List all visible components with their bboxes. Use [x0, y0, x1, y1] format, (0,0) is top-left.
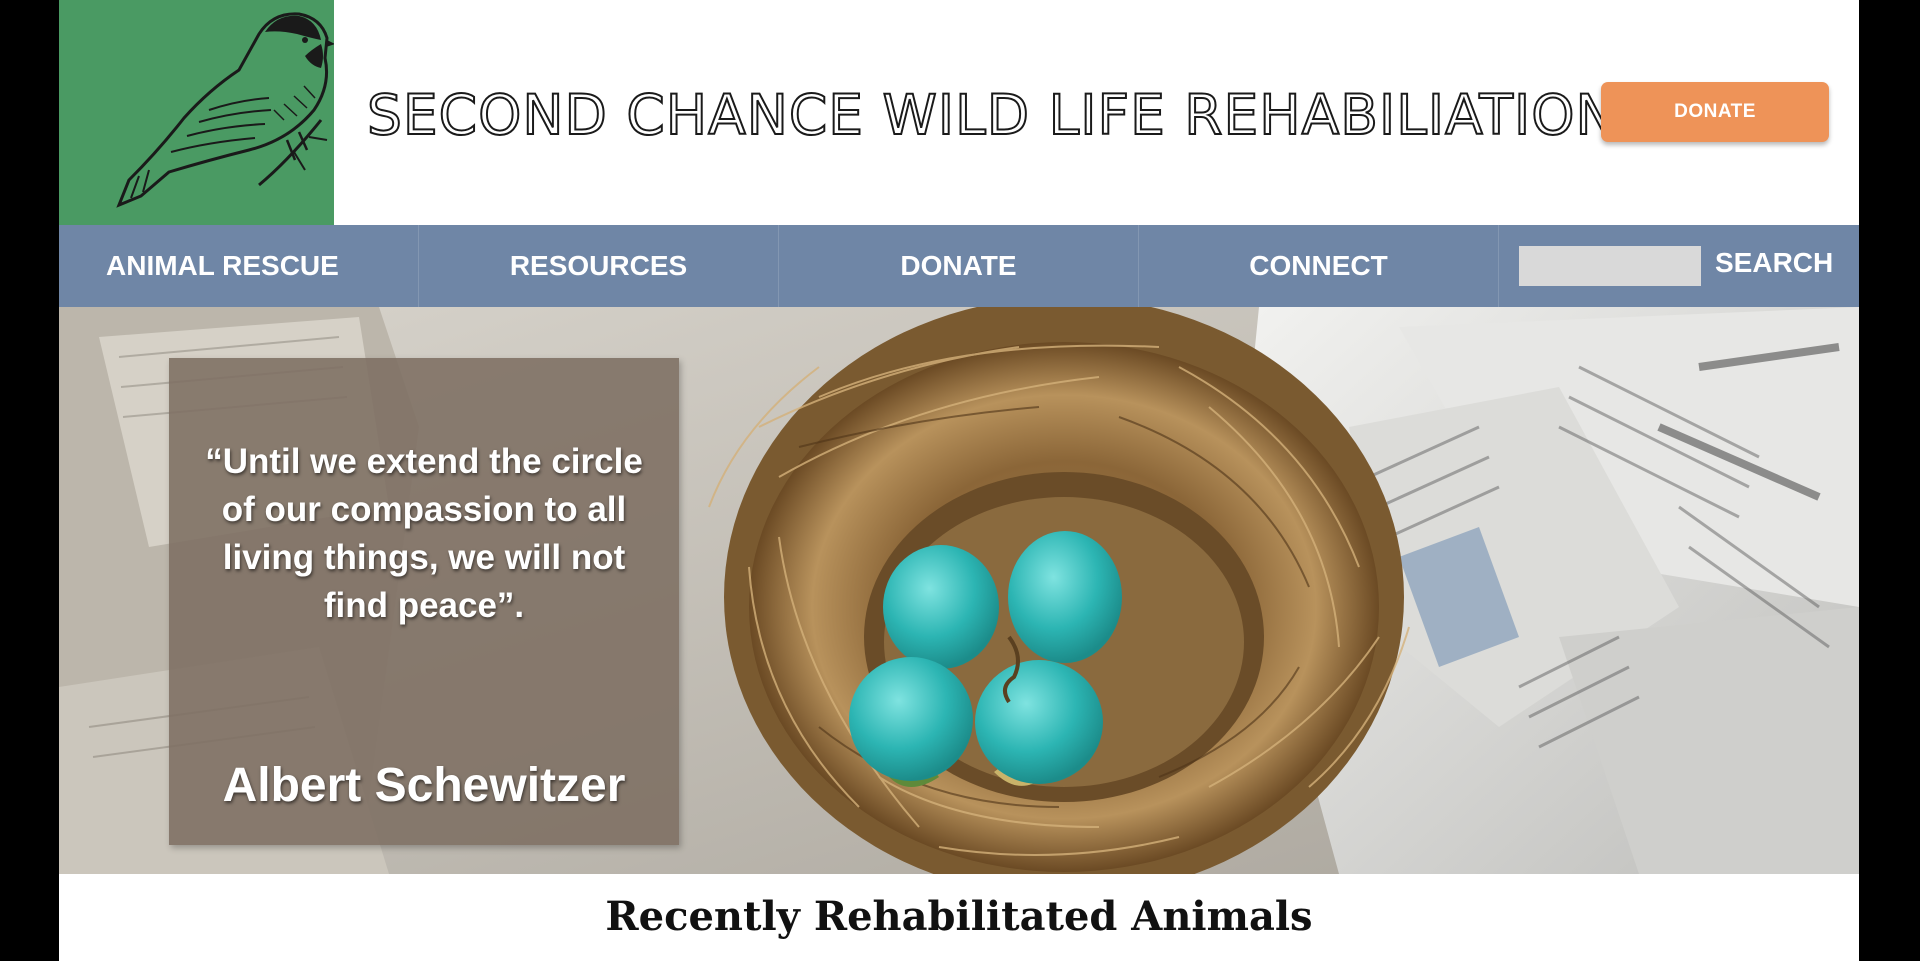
site-header: SECOND CHANCE WILD LIFE REHABILIATION DO…	[59, 0, 1859, 225]
quote-card: “Until we extend the circle of our compa…	[169, 358, 679, 845]
nav-item-animal-rescue[interactable]: ANIMAL RESCUE	[59, 225, 419, 307]
site-logo[interactable]	[59, 0, 334, 225]
hero-banner: “Until we extend the circle of our compa…	[59, 307, 1859, 874]
nav-item-donate[interactable]: DONATE	[779, 225, 1139, 307]
search-input[interactable]	[1519, 246, 1701, 286]
quote-author: Albert Schewitzer	[222, 759, 626, 812]
nav-item-connect[interactable]: CONNECT	[1139, 225, 1499, 307]
site-title: SECOND CHANCE WILD LIFE REHABILIATION	[366, 82, 1618, 148]
page: SECOND CHANCE WILD LIFE REHABILIATION DO…	[59, 0, 1859, 961]
main-nav: ANIMAL RESCUE RESOURCES DONATE CONNECT S…	[59, 225, 1859, 307]
nav-item-resources[interactable]: RESOURCES	[419, 225, 779, 307]
quote-text: “Until we extend the circle of our compa…	[205, 442, 643, 625]
donate-button[interactable]: DONATE	[1601, 82, 1829, 142]
section-title: Recently Rehabilitated Animals	[605, 893, 1313, 940]
chickadee-bird-icon	[116, 12, 334, 208]
nav-search: SEARCH	[1499, 225, 1859, 307]
search-button[interactable]: SEARCH	[1715, 247, 1833, 279]
